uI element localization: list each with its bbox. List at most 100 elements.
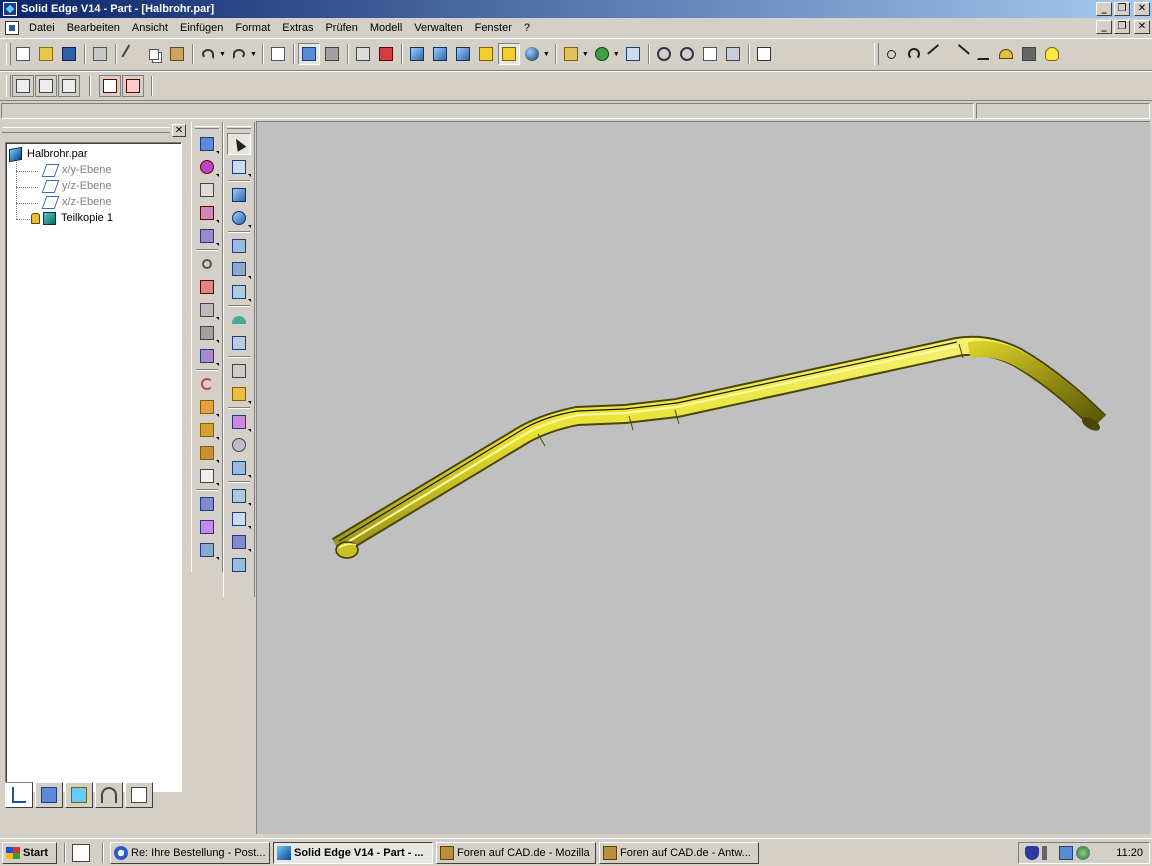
tab-layers[interactable] <box>125 782 153 808</box>
lip-button[interactable] <box>195 396 219 418</box>
redo-dropdown-icon[interactable]: ▼ <box>250 51 257 58</box>
sketch-tool-2-button[interactable] <box>35 75 57 97</box>
component-button[interactable] <box>375 43 397 65</box>
arch-button[interactable] <box>995 43 1017 65</box>
menu-extras[interactable]: Extras <box>276 22 319 34</box>
fit-button[interactable] <box>352 43 374 65</box>
render-button[interactable] <box>521 43 543 65</box>
tree-item-part[interactable]: Halbrohr.par <box>9 146 88 162</box>
rib-button[interactable] <box>195 373 219 395</box>
save-button[interactable] <box>58 43 80 65</box>
show-desktop-icon[interactable] <box>72 844 90 862</box>
offset-button[interactable] <box>227 383 251 405</box>
fit-all-button[interactable] <box>622 43 644 65</box>
menu-einfuegen[interactable]: Einfügen <box>174 22 229 34</box>
parts-button[interactable] <box>1018 43 1040 65</box>
boolean-button[interactable] <box>227 360 251 382</box>
minimize-button[interactable]: _ <box>1096 2 1112 16</box>
curve-button[interactable] <box>227 485 251 507</box>
tab-feature-playback[interactable] <box>95 782 123 808</box>
tree-item-xz-plane[interactable]: x/z-Ebene <box>41 194 112 210</box>
replace-face-button[interactable] <box>227 457 251 479</box>
graphics-viewport[interactable] <box>256 121 1150 834</box>
task-solid-edge[interactable]: Solid Edge V14 - Part - ... <box>273 842 433 864</box>
sketch-tool-3-button[interactable] <box>58 75 80 97</box>
sketch-tool-5-button[interactable] <box>122 75 144 97</box>
revolved-cutout-button[interactable] <box>195 202 219 224</box>
restore-button[interactable]: ❐ <box>1114 2 1130 16</box>
ground-button[interactable] <box>972 43 994 65</box>
pan-button[interactable] <box>722 43 744 65</box>
menu-bearbeiten[interactable]: Bearbeiten <box>61 22 126 34</box>
select-tool-button[interactable] <box>297 43 320 65</box>
insert-button[interactable] <box>267 43 289 65</box>
draft-button[interactable] <box>195 322 219 344</box>
split-button[interactable] <box>227 411 251 433</box>
coordinate-system-button[interactable] <box>227 554 251 576</box>
shaded-edges-button[interactable] <box>497 43 520 65</box>
revolve-button[interactable] <box>227 207 251 229</box>
derived-curve-button[interactable] <box>227 508 251 530</box>
sketch-button[interactable] <box>321 43 343 65</box>
print-button[interactable] <box>89 43 111 65</box>
menu-modell[interactable]: Modell <box>364 22 408 34</box>
part-model-render[interactable] <box>257 122 1151 835</box>
view-manager-button[interactable] <box>560 43 582 65</box>
tree-item-xy-plane[interactable]: x/y-Ebene <box>41 162 112 178</box>
normal-protrusion-button[interactable] <box>195 225 219 247</box>
round-button[interactable] <box>195 276 219 298</box>
stitch-button[interactable] <box>227 434 251 456</box>
tree-item-teilkopie[interactable]: Teilkopie 1 <box>31 210 113 226</box>
point-button[interactable] <box>880 43 902 65</box>
mirror-button[interactable] <box>195 516 219 538</box>
sketch-tool-1-button[interactable] <box>12 75 34 97</box>
extrude-button[interactable] <box>227 184 251 206</box>
title-bar[interactable]: Solid Edge V14 - Part - [Halbrohr.par] _… <box>0 0 1152 18</box>
tab-family-of-parts[interactable] <box>65 782 93 808</box>
tab-feature-pathfinder[interactable] <box>5 782 33 808</box>
arc-button[interactable] <box>903 43 925 65</box>
thin-wall-button[interactable] <box>195 345 219 367</box>
menu-verwalten[interactable]: Verwalten <box>408 22 468 34</box>
menu-help[interactable]: ? <box>518 22 536 34</box>
fit-window-button[interactable] <box>699 43 721 65</box>
start-button[interactable]: Start <box>2 842 57 864</box>
menu-fenster[interactable]: Fenster <box>469 22 518 34</box>
open-button[interactable] <box>35 43 57 65</box>
tab-feature-library[interactable] <box>35 782 63 808</box>
bounded-surface-button[interactable] <box>227 332 251 354</box>
front-view-button[interactable] <box>429 43 451 65</box>
angled-plane-button[interactable] <box>227 281 251 303</box>
sketch-tool-4-button[interactable] <box>99 75 121 97</box>
clock[interactable]: 11:20 <box>1116 847 1143 859</box>
protrusion-button[interactable] <box>195 133 219 155</box>
shaded-button[interactable] <box>475 43 497 65</box>
part-copy-button[interactable] <box>195 539 219 561</box>
doc-restore-button[interactable]: ❐ <box>1114 20 1130 34</box>
hole-button[interactable] <box>195 253 219 275</box>
feature-tree[interactable]: Halbrohr.par x/y-Ebene y/z-Ebene x/z-Ebe… <box>5 142 182 792</box>
thread-button[interactable] <box>195 465 219 487</box>
line-arrow-button[interactable] <box>926 43 948 65</box>
line-arrow-down-button[interactable] <box>949 43 971 65</box>
doc-minimize-button[interactable]: _ <box>1096 20 1112 34</box>
view-manager-dropdown-icon[interactable]: ▼ <box>582 51 589 58</box>
menu-format[interactable]: Format <box>229 22 276 34</box>
revolved-button[interactable] <box>195 156 219 178</box>
paste-button[interactable] <box>166 43 188 65</box>
task-email[interactable]: Re: Ihre Bestellung - Post... <box>110 842 270 864</box>
tree-item-yz-plane[interactable]: y/z-Ebene <box>41 178 112 194</box>
close-button[interactable]: ✕ <box>1134 2 1150 16</box>
zoom-button[interactable] <box>676 43 698 65</box>
menu-datei[interactable]: Datei <box>23 22 61 34</box>
pattern-button[interactable] <box>195 493 219 515</box>
menu-ansicht[interactable]: Ansicht <box>126 22 174 34</box>
antivirus-shield-icon[interactable] <box>1025 846 1039 860</box>
zoom-area-button[interactable] <box>653 43 675 65</box>
parallel-plane-button[interactable] <box>227 258 251 280</box>
whats-this-button[interactable] <box>753 43 775 65</box>
web-network-button[interactable] <box>195 419 219 441</box>
volume-icon[interactable] <box>1042 846 1056 860</box>
side-view-button[interactable] <box>452 43 474 65</box>
vent-button[interactable] <box>195 442 219 464</box>
